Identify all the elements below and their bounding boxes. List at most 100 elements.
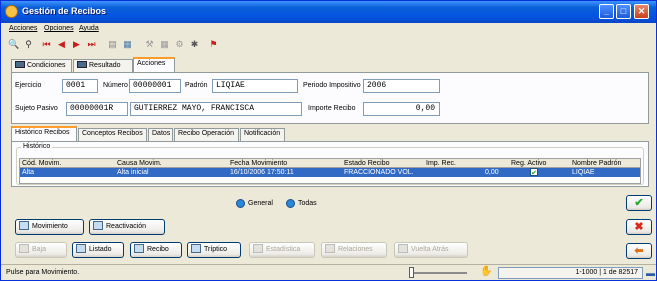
general-option-label[interactable]: General <box>248 200 273 207</box>
tab-datos[interactable]: Datos <box>148 128 173 141</box>
menu-acciones[interactable]: Acciones <box>9 25 37 32</box>
navigator-icon[interactable]: ▬ <box>646 268 655 278</box>
padron-field[interactable]: LIQIAE <box>212 79 298 93</box>
main-window: Gestión de Recibos _ □ ✕ Acciones Opcion… <box>0 0 657 281</box>
print-icon[interactable]: ▤ <box>107 39 118 50</box>
ejercicio-field[interactable]: 0001 <box>62 79 98 93</box>
gear-icon[interactable]: ⚙ <box>174 39 185 50</box>
app-icon <box>5 5 18 18</box>
close-button[interactable]: ✕ <box>634 4 649 19</box>
first-record-icon[interactable]: ⏮ <box>41 39 52 50</box>
column-header[interactable]: Estado Recibo <box>344 159 390 168</box>
table-cell: LIQIAE <box>572 169 595 176</box>
history-table[interactable]: Cód. Movim. Causa Movim. Fecha Movimient… <box>19 158 641 184</box>
accept-button[interactable]: ✔ <box>626 195 652 211</box>
tab-historico-recibos[interactable]: Histórico Recibos <box>11 126 77 142</box>
tab-conceptos-recibos[interactable]: Conceptos Recibos <box>78 128 147 141</box>
reactivate-icon <box>93 221 103 230</box>
column-header[interactable]: Reg. Activo <box>511 159 546 168</box>
menu-bar: Acciones Opciones Ayuda <box>1 24 656 36</box>
periodo-label: Periodo Impositivo <box>303 82 361 89</box>
importe-field[interactable]: 0,00 <box>363 102 440 116</box>
last-record-icon[interactable]: ⏭ <box>86 39 97 50</box>
tab-resultado[interactable]: Resultado <box>73 59 133 72</box>
table-cell: Alta inicial <box>117 169 149 176</box>
tab-condiciones[interactable]: Condiciones <box>11 59 72 72</box>
grid-icon[interactable]: ▦ <box>159 39 170 50</box>
search-icon[interactable]: 🔍 <box>8 39 19 50</box>
todas-radio-icon[interactable] <box>286 199 295 208</box>
relations-icon <box>325 244 335 253</box>
triptych-icon <box>191 244 201 253</box>
flag-icon[interactable]: ⚑ <box>208 39 219 50</box>
recibo-button[interactable]: Recibo <box>130 242 182 258</box>
numero-field[interactable]: 00000001 <box>129 79 181 93</box>
sujeto-code-field[interactable]: 00000001R <box>66 102 128 116</box>
general-radio-icon[interactable] <box>236 199 245 208</box>
status-bar: Pulse para Movimiento. ✋ 1-1000 | 1 de 8… <box>1 264 656 280</box>
exit-button[interactable]: ⬅ <box>626 243 652 259</box>
status-message: Pulse para Movimiento. <box>6 269 80 276</box>
toolbar: 🔍 ⚲ ⏮ ◀ ▶ ⏭ ▤ ▦ ⚒ ▦ ⚙ ✱ ⚑ <box>1 38 656 52</box>
tool-icon[interactable]: ⚒ <box>144 39 155 50</box>
table-cell: 16/10/2006 17:50:11 <box>230 169 294 176</box>
baja-button[interactable]: Baja <box>15 242 67 258</box>
history-group: Histórico Cód. Movim. Causa Movim. Fecha… <box>16 143 644 185</box>
column-header[interactable]: Fecha Movimiento <box>230 159 287 168</box>
tab-notificacion[interactable]: Notificación <box>240 128 285 141</box>
table-row[interactable]: Alta Alta inicial 16/10/2006 17:50:11 FR… <box>20 168 640 177</box>
hand-icon[interactable]: ✋ <box>480 266 492 277</box>
prev-record-icon[interactable]: ◀ <box>56 39 67 50</box>
record-form-panel: Ejercicio 0001 Número 00000001 Padrón LI… <box>11 72 649 124</box>
estadistica-button[interactable]: Estadística <box>249 242 315 258</box>
menu-opciones[interactable]: Opciones <box>44 25 74 32</box>
back-arrow-icon <box>398 244 408 253</box>
listado-button[interactable]: Listado <box>72 242 124 258</box>
minimize-button[interactable]: _ <box>599 4 614 19</box>
chart-icon <box>253 244 263 253</box>
triptico-button[interactable]: Tríptico <box>187 242 241 258</box>
periodo-field[interactable]: 2006 <box>363 79 440 93</box>
padron-label: Padrón <box>185 82 208 89</box>
list-icon <box>76 244 86 253</box>
maximize-button[interactable]: □ <box>616 4 631 19</box>
menu-ayuda[interactable]: Ayuda <box>79 25 99 32</box>
relaciones-button[interactable]: Relaciones <box>321 242 387 258</box>
ejercicio-label: Ejercicio <box>15 82 42 89</box>
movimiento-button[interactable]: Movimiento <box>15 219 84 235</box>
column-header[interactable]: Cód. Movim. <box>22 159 61 168</box>
record-counter: 1-1000 | 1 de 82517 <box>498 267 643 279</box>
conditions-icon <box>15 61 25 68</box>
history-panel: Histórico Cód. Movim. Causa Movim. Fecha… <box>11 141 649 187</box>
zoom-slider-handle[interactable] <box>409 267 414 278</box>
window-title: Gestión de Recibos <box>22 6 107 16</box>
numero-label: Número <box>103 82 128 89</box>
tab-acciones[interactable]: Acciones <box>133 57 175 73</box>
tab-recibo-operacion[interactable]: Recibo Operación <box>174 128 239 141</box>
edit-icon <box>19 221 29 230</box>
table-cell: FRACCIONADO VOL. <box>344 169 414 176</box>
reactivacion-button[interactable]: Reactivación <box>89 219 165 235</box>
results-icon <box>77 61 87 68</box>
zoom-slider-track[interactable] <box>411 272 467 274</box>
history-group-label: Histórico <box>21 143 53 150</box>
sujeto-name-field[interactable]: GUTIERREZ MAYO, FRANCISCA <box>130 102 302 116</box>
column-header[interactable]: Nombre Padrón <box>572 159 621 168</box>
bug-icon[interactable]: ✱ <box>189 39 200 50</box>
delete-icon <box>19 244 29 253</box>
title-bar[interactable]: Gestión de Recibos _ □ ✕ <box>1 1 656 23</box>
column-header[interactable]: Causa Movim. <box>117 159 162 168</box>
table-cell: 0,00 <box>485 169 499 176</box>
table-header: Cód. Movim. Causa Movim. Fecha Movimient… <box>20 159 640 168</box>
table-cell: Alta <box>22 169 35 176</box>
print-icon <box>134 244 144 253</box>
todas-option-label[interactable]: Todas <box>298 200 317 207</box>
reg-activo-checkbox[interactable]: ✔ <box>530 168 538 177</box>
binoculars-icon[interactable]: ⚲ <box>23 39 34 50</box>
next-record-icon[interactable]: ▶ <box>71 39 82 50</box>
importe-label: Importe Recibo <box>308 105 356 112</box>
export-icon[interactable]: ▦ <box>122 39 133 50</box>
vuelta-atras-button[interactable]: Vuelta Atrás <box>394 242 468 258</box>
column-header[interactable]: Imp. Rec. <box>426 159 456 168</box>
cancel-button[interactable]: ✖ <box>626 219 652 235</box>
